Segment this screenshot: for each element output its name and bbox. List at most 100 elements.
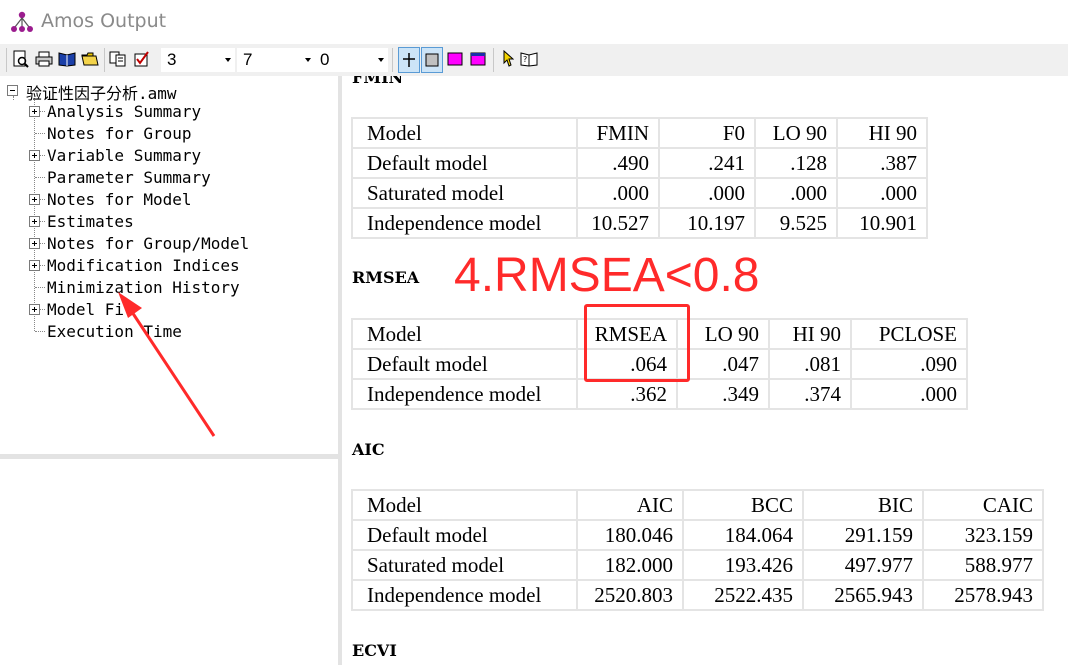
collapse-box-icon[interactable] [7, 85, 18, 96]
aic-column-header: CAIC [922, 489, 1044, 521]
fmin-table-row: Independence model 10.527 10.197 9.525 10.90… [351, 207, 928, 239]
gray-square-icon[interactable] [421, 47, 443, 73]
window-title: Amos Output [41, 10, 167, 32]
chevron-down-icon [225, 58, 231, 62]
tree-item-analysis-summary[interactable]: Analysis Summary [47, 102, 201, 121]
aic-cell: 323.159 [922, 519, 1044, 551]
aic-column-header: Model [351, 489, 578, 521]
tree-item-variable-summary[interactable]: Variable Summary [47, 146, 201, 165]
tree-item-notes-for-group[interactable]: Notes for Group [47, 124, 192, 143]
checkbox-icon[interactable] [133, 49, 151, 69]
fmin-column-header: F0 [658, 117, 756, 149]
aic-cell: Default model [351, 519, 578, 551]
tree-item-minimization-history[interactable]: Minimization History [47, 278, 240, 297]
lower-pane [0, 459, 338, 665]
highlight-box [584, 304, 690, 382]
magenta-square-icon[interactable] [446, 49, 464, 69]
rmsea-table-row: Independence model .362.349.374.000 [351, 378, 968, 410]
section-title-rmsea: RMSEA [352, 268, 420, 287]
fmin-table-row: Default model .490.241.128.387 [351, 147, 928, 179]
expand-box-icon[interactable] [29, 150, 40, 161]
fmin-table: Model FMIN F0 LO 90 HI 90 Default model .490.2… [351, 117, 928, 239]
fmin-cell: 10.527 [576, 207, 660, 239]
aic-cell: 2578.943 [922, 579, 1044, 611]
fmin-column-header: FMIN [576, 117, 660, 149]
rmsea-cell: .090 [850, 348, 968, 380]
blue-magenta-square-icon[interactable] [469, 49, 487, 69]
tree-connector [35, 133, 45, 134]
fmin-cell: .128 [754, 147, 838, 179]
rmsea-column-header: LO 90 [676, 318, 770, 350]
copy-icon[interactable] [109, 49, 127, 69]
fmin-cell: .000 [658, 177, 756, 209]
toolbar: 3 7 0 ? [0, 44, 1068, 76]
aic-cell: Independence model [351, 579, 578, 611]
fmin-cell: .000 [576, 177, 660, 209]
aic-header-row: Model AIC BCC BIC CAIC [351, 489, 1044, 521]
tree-item-execution-time[interactable]: Execution Time [47, 322, 182, 341]
print-preview-icon[interactable] [12, 49, 30, 69]
open-folder-icon[interactable] [81, 49, 99, 69]
fmin-column-header: Model [351, 117, 578, 149]
tree-item-estimates[interactable]: Estimates [47, 212, 134, 231]
toolbar-separator [493, 48, 494, 72]
book-icon[interactable] [58, 49, 76, 69]
tree-connector [35, 177, 45, 178]
table-width-combo-value: 0 [320, 50, 330, 69]
aic-column-header: BIC [802, 489, 924, 521]
section-title-aic: AIC [352, 440, 385, 459]
aic-cell: 182.000 [576, 549, 684, 581]
column-width-combo[interactable]: 7 [237, 48, 315, 72]
rmsea-cell: .047 [676, 348, 770, 380]
fmin-cell: 10.901 [836, 207, 928, 239]
rmsea-column-header: Model [351, 318, 578, 350]
expand-box-icon[interactable] [29, 260, 40, 271]
expand-box-icon[interactable] [29, 106, 40, 117]
expand-box-icon[interactable] [29, 216, 40, 227]
expand-box-icon[interactable] [29, 194, 40, 205]
rmsea-cell: Default model [351, 348, 578, 380]
tree-root-item[interactable]: 验证性因子分析.amw [26, 80, 177, 104]
pointer-icon[interactable] [498, 49, 516, 69]
chevron-down-icon [378, 58, 384, 62]
table-width-combo[interactable]: 0 [314, 48, 388, 72]
aic-cell: 588.977 [922, 549, 1044, 581]
print-icon[interactable] [35, 49, 53, 69]
aic-table: Model AIC BCC BIC CAIC Default model 180.046 18… [351, 489, 1044, 611]
rmsea-cell: .362 [576, 378, 678, 410]
tree-item-notes-for-group-model[interactable]: Notes for Group/Model [47, 234, 249, 253]
fmin-column-header: LO 90 [754, 117, 838, 149]
fmin-cell: Saturated model [351, 177, 578, 209]
fmin-cell: 10.197 [658, 207, 756, 239]
expand-box-icon[interactable] [29, 238, 40, 249]
rmsea-cell: .081 [768, 348, 852, 380]
tree-item-notes-for-model[interactable]: Notes for Model [47, 190, 192, 209]
aic-cell: 2520.803 [576, 579, 684, 611]
fmin-cell: .000 [754, 177, 838, 209]
section-title-ecvi: ECVI [352, 641, 397, 660]
aic-column-header: AIC [576, 489, 684, 521]
fmin-column-header: HI 90 [836, 117, 928, 149]
aic-table-row: Saturated model 182.000 193.426 497.977 588.… [351, 549, 1044, 581]
fmin-cell: .387 [836, 147, 928, 179]
tree-item-parameter-summary[interactable]: Parameter Summary [47, 168, 211, 187]
section-title-fmin: FMIN [352, 76, 404, 87]
amos-path-diagram-icon [11, 11, 33, 32]
rmsea-cell: Independence model [351, 378, 578, 410]
expand-box-icon[interactable] [29, 304, 40, 315]
decimals-combo-value: 3 [167, 50, 177, 69]
tree-item-modification-indices[interactable]: Modification Indices [47, 256, 240, 275]
tree-item-model-fit[interactable]: Model Fit [47, 300, 134, 319]
fmin-cell: .490 [576, 147, 660, 179]
rmsea-cell: .374 [768, 378, 852, 410]
help-book-icon[interactable]: ? [520, 49, 538, 69]
fmin-cell: Independence model [351, 207, 578, 239]
rmsea-cell: .000 [850, 378, 968, 410]
decimals-combo[interactable]: 3 [161, 48, 235, 72]
toolbar-grip [6, 48, 7, 72]
svg-text:?: ? [523, 55, 527, 64]
grid-lines-icon[interactable] [398, 47, 420, 73]
title-bar: Amos Output [0, 0, 1068, 44]
toolbar-separator [392, 48, 393, 72]
aic-cell: 184.064 [682, 519, 804, 551]
